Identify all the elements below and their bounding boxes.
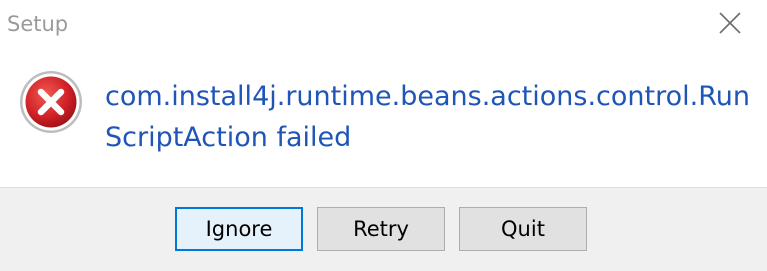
close-icon (719, 12, 741, 34)
window-title: Setup (7, 12, 69, 36)
ignore-button[interactable]: Ignore (175, 207, 303, 251)
button-bar: Ignore Retry Quit (0, 187, 767, 271)
error-message: com.install4j.runtime.beans.actions.cont… (105, 81, 750, 153)
title-bar: Setup (0, 0, 767, 50)
error-icon (20, 71, 82, 133)
close-button[interactable] (704, 0, 756, 46)
setup-dialog: Setup com.install4j.runtime.beans.action… (0, 0, 767, 271)
retry-button[interactable]: Retry (317, 207, 445, 251)
quit-button[interactable]: Quit (459, 207, 587, 251)
message-area: com.install4j.runtime.beans.actions.cont… (0, 50, 767, 187)
